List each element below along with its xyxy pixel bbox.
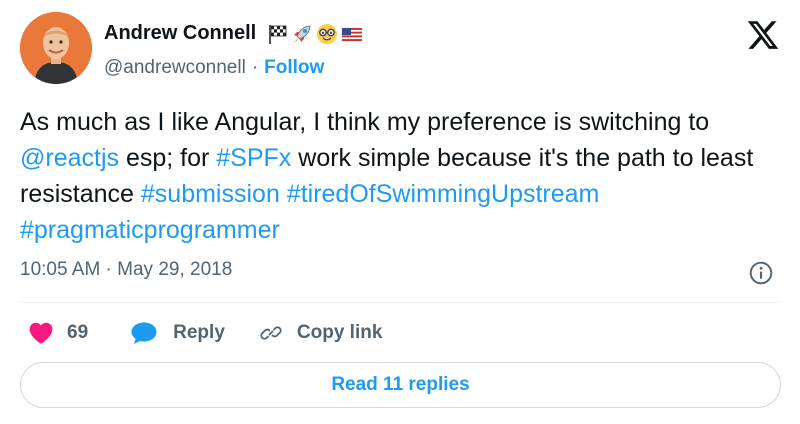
- tweet-text-segment: esp; for: [119, 144, 217, 172]
- author-name-row: Andrew Connell: [104, 22, 363, 45]
- hashtag-link[interactable]: #SPFx: [216, 144, 291, 172]
- hashtag-link[interactable]: #tiredOfSwimmingUpstream: [287, 180, 600, 208]
- heart-icon: [29, 322, 53, 344]
- reply-button[interactable]: Reply: [130, 321, 225, 345]
- rocket-icon: [294, 25, 311, 43]
- tweet-text: As much as I like Angular, I think my pr…: [20, 104, 790, 248]
- like-button[interactable]: 69: [28, 321, 88, 345]
- hashtag-link[interactable]: #pragmaticprogrammer: [20, 216, 280, 244]
- like-count: 69: [67, 322, 89, 343]
- author-handle-row: @andrewconnell · Follow: [104, 57, 324, 79]
- tweet-timestamp[interactable]: 10:05 AM · May 29, 2018: [20, 259, 232, 281]
- reply-label: Reply: [173, 322, 225, 343]
- tweet-actions: 69 Reply Copy link: [20, 318, 382, 348]
- author-display-name[interactable]: Andrew Connell: [104, 22, 256, 45]
- mention-link[interactable]: @reactjs: [20, 144, 119, 172]
- follow-button[interactable]: Follow: [264, 57, 324, 79]
- author-avatar[interactable]: [20, 12, 92, 84]
- copy-link-button[interactable]: Copy link: [259, 321, 383, 345]
- x-logo-icon[interactable]: [746, 18, 780, 52]
- tweet-text-segment: As much as I like Angular, I think my pr…: [20, 108, 710, 136]
- read-replies-button[interactable]: Read 11 replies: [20, 362, 781, 408]
- link-icon: [260, 326, 282, 340]
- nerd-face-icon: [317, 23, 338, 44]
- author-handle[interactable]: @andrewconnell: [104, 57, 246, 79]
- handle-separator: ·: [251, 57, 259, 78]
- read-replies-label: Read 11 replies: [331, 374, 470, 395]
- tweet-header: Andrew Connell @andrewconnell · Follow: [20, 12, 780, 84]
- avatar-portrait: [20, 12, 92, 84]
- checkered-flag-icon: [269, 24, 287, 44]
- copy-link-label: Copy link: [296, 322, 383, 343]
- tweet-embed-card: Andrew Connell @andrewconnell · Follow A…: [0, 0, 800, 424]
- speech-bubble-icon: [131, 322, 157, 344]
- name-emojis: [266, 23, 363, 45]
- info-icon[interactable]: [748, 260, 774, 286]
- us-flag-icon: [341, 27, 363, 41]
- divider: [20, 302, 780, 303]
- tweet-text-segment: [280, 180, 287, 208]
- hashtag-link[interactable]: #submission: [141, 180, 280, 208]
